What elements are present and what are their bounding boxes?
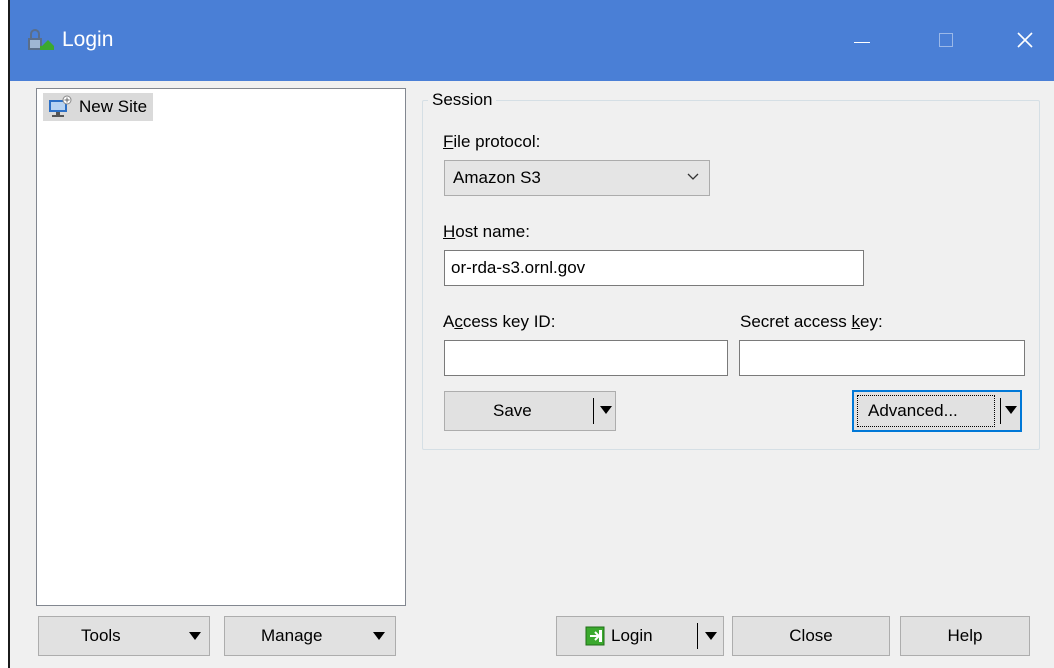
title-bar[interactable]: Login xyxy=(10,0,1054,81)
advanced-button[interactable]: Advanced... xyxy=(852,390,1022,432)
help-button[interactable]: Help xyxy=(900,616,1030,656)
host-name-label: Host name: xyxy=(443,222,530,241)
manage-button-label: Manage xyxy=(261,626,323,645)
file-protocol-select[interactable]: Amazon S3 xyxy=(444,160,710,196)
login-icon xyxy=(585,626,605,646)
dropdown-arrow-icon xyxy=(189,632,201,640)
save-button-label: Save xyxy=(493,401,532,420)
close-icon xyxy=(1017,32,1033,48)
tools-button-label: Tools xyxy=(81,626,121,645)
host-name-value: or-rda-s3.ornl.gov xyxy=(451,258,586,277)
help-button-label: Help xyxy=(947,626,983,645)
access-key-label: Access key ID: xyxy=(443,312,556,331)
minimize-button[interactable] xyxy=(839,18,885,62)
dropdown-arrow-icon[interactable] xyxy=(705,632,717,640)
site-item-new-site[interactable]: New Site xyxy=(43,93,154,121)
maximize-icon xyxy=(939,33,953,47)
manage-button[interactable]: Manage xyxy=(224,616,396,656)
advanced-button-label: Advanced... xyxy=(868,401,958,420)
site-icon xyxy=(49,95,72,117)
maximize-button[interactable] xyxy=(923,18,969,62)
file-protocol-label: File protocol: xyxy=(443,132,541,151)
minimize-icon xyxy=(854,41,870,43)
dropdown-arrow-icon xyxy=(373,632,385,640)
secret-key-input[interactable] xyxy=(739,340,1025,376)
close-button-label: Close xyxy=(789,626,833,645)
login-dialog: Login New Site Session File protocol: Am… xyxy=(8,0,1054,668)
site-item-label: New Site xyxy=(79,97,148,116)
access-key-input[interactable] xyxy=(444,340,728,376)
host-name-input[interactable]: or-rda-s3.ornl.gov xyxy=(444,250,864,286)
session-legend: Session xyxy=(428,90,497,110)
save-button[interactable]: Save xyxy=(444,391,616,431)
dropdown-arrow-icon[interactable] xyxy=(1005,406,1017,414)
login-button-label: Login xyxy=(611,626,653,645)
winscp-app-icon xyxy=(28,29,54,50)
site-tree[interactable]: New Site xyxy=(36,88,406,606)
close-window-button[interactable] xyxy=(1002,18,1048,62)
close-button[interactable]: Close xyxy=(732,616,890,656)
login-button[interactable]: Login xyxy=(556,616,724,656)
dropdown-arrow-icon[interactable] xyxy=(600,406,612,414)
window-title: Login xyxy=(62,28,114,51)
tools-button[interactable]: Tools xyxy=(38,616,210,656)
secret-key-label: Secret access key: xyxy=(740,312,883,331)
chevron-down-icon xyxy=(687,173,699,180)
file-protocol-value: Amazon S3 xyxy=(453,168,541,187)
